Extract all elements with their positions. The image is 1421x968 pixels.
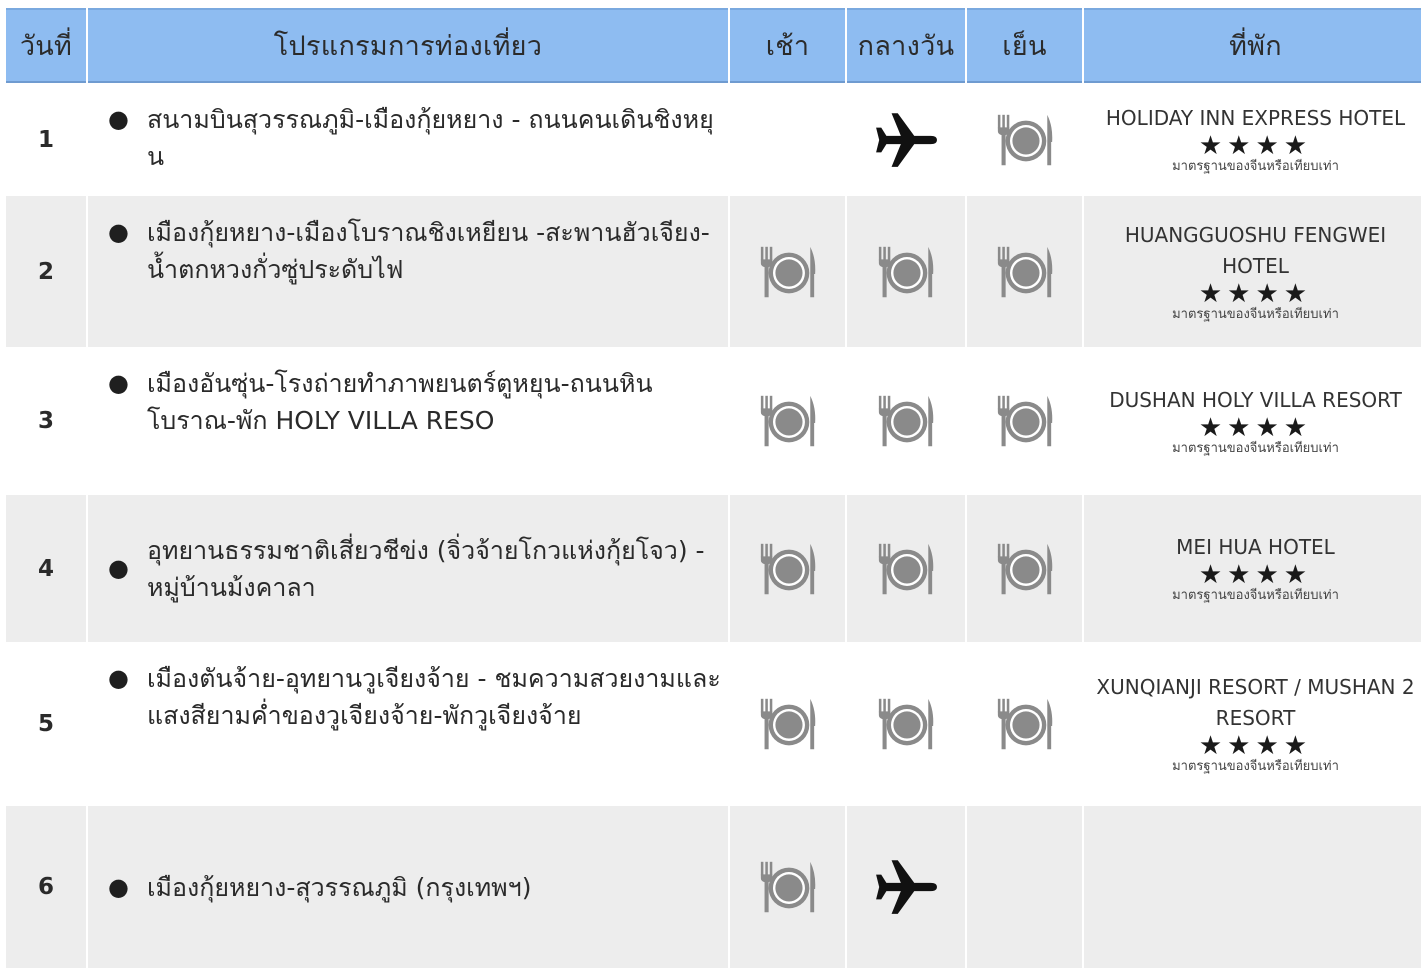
star-rating: ★★★★ [1198,731,1313,761]
meal-icon [875,390,937,452]
meal-icon [994,693,1056,755]
day-number: 5 [6,642,86,806]
hotel-cell: HOLIDAY INN EXPRESS HOTEL ★★★★ มาตรฐานขอ… [1084,83,1421,196]
lunch-cell [847,347,965,495]
program-text: สนามบินสุวรรณภูมิ-เมืองกุ้ยหยาง - ถนนคนเ… [146,105,714,171]
dinner-cell [967,347,1082,495]
bullet-icon: ● [108,872,129,901]
hotel-cell: MEI HUA HOTEL ★★★★ มาตรฐานของจีนหรือเทีย… [1084,495,1421,642]
meal-icon [875,241,937,303]
star-rating: ★★★★ [1198,131,1313,161]
meal-icon [757,693,819,755]
header-hotel: ที่พัก [1084,8,1421,83]
hotel-standard: มาตรฐานของจีนหรือเทียบเท่า [1172,440,1339,456]
hotel-standard: มาตรฐานของจีนหรือเทียบเท่า [1172,759,1339,774]
program-text: อุทยานธรรมชาติเสี่ยวชีข่ง (จิ่วจ้ายโกวแห… [146,535,705,602]
lunch-cell [847,642,965,806]
day-number: 1 [6,83,86,196]
day-number: 2 [6,196,86,347]
hotel-name: HUANGGUOSHU FENGWEI HOTEL [1124,222,1387,278]
hotel-cell: DUSHAN HOLY VILLA RESORT ★★★★ มาตรฐานของ… [1084,347,1421,495]
hotel-standard: มาตรฐานของจีนหรือเทียบเท่า [1172,588,1339,603]
meal-icon [757,390,819,452]
program-cell: ● สนามบินสุวรรณภูมิ-เมืองกุ้ยหยาง - ถนนค… [88,83,728,196]
itinerary-table: วันที่ โปรแกรมการท่องเที่ยว เช้า กลางวัน… [6,8,1421,968]
header-program: โปรแกรมการท่องเที่ยว [88,8,728,83]
program-cell: ● เมืองกุ้ยหยาง-สุวรรณภูมิ (กรุงเทพฯ) [88,806,728,968]
meal-icon [994,538,1056,600]
plane-icon [873,854,939,920]
breakfast-cell [730,495,845,642]
breakfast-cell [730,806,845,968]
program-cell: ● เมืองอันซุ่น-โรงถ่ายทำภาพยนตร์ตูหยุน-ถ… [88,347,728,495]
star-rating: ★★★★ [1198,412,1313,443]
program-text: เมืองกุ้ยหยาง-เมืองโบราณชิงเหยียน -สะพาน… [146,218,710,284]
header-day: วันที่ [6,8,86,83]
program-text: เมืองตันจ้าย-อุทยานวูเจียงจ้าย - ชมความส… [146,664,721,730]
header-dinner: เย็น [967,8,1082,83]
header-breakfast: เช้า [730,8,845,83]
header-lunch: กลางวัน [847,8,965,83]
bullet-icon: ● [108,664,129,692]
meal-icon [875,538,937,600]
hotel-name: HOLIDAY INN EXPRESS HOTEL [1105,106,1406,130]
breakfast-cell [730,347,845,495]
meal-icon [994,241,1056,303]
hotel-standard: มาตรฐานของจีนหรือเทียบเท่า [1172,159,1339,174]
bullet-icon: ● [108,218,129,246]
program-cell: ● อุทยานธรรมชาติเสี่ยวชีข่ง (จิ่วจ้ายโกว… [88,495,728,642]
breakfast-cell [730,196,845,347]
day-number: 6 [6,806,86,968]
meal-icon [875,693,937,755]
meal-icon [757,241,819,303]
dinner-cell [967,495,1082,642]
star-rating: ★★★★ [1198,278,1313,309]
hotel-standard: มาตรฐานของจีนหรือเทียบเท่า [1172,306,1339,322]
hotel-name: DUSHAN HOLY VILLA RESORT [1109,387,1402,412]
meal-icon [757,538,819,600]
dinner-cell [967,806,1082,968]
lunch-cell [847,83,965,196]
bullet-icon: ● [108,554,129,582]
hotel-cell: XUNQIANJI RESORT / MUSHAN 2 RESORT ★★★★ … [1084,642,1421,806]
dinner-cell [967,196,1082,347]
lunch-cell [847,495,965,642]
program-cell: ● เมืองกุ้ยหยาง-เมืองโบราณชิงเหยียน -สะพ… [88,196,728,347]
bullet-icon: ● [108,369,129,397]
program-text: เมืองกุ้ยหยาง-สุวรรณภูมิ (กรุงเทพฯ) [146,872,532,902]
day-number: 3 [6,347,86,495]
program-text: เมืองอันซุ่น-โรงถ่ายทำภาพยนตร์ตูหยุน-ถนน… [146,369,653,435]
day-number: 4 [6,495,86,642]
hotel-name: MEI HUA HOTEL [1176,535,1335,559]
program-cell: ● เมืองตันจ้าย-อุทยานวูเจียงจ้าย - ชมควา… [88,642,728,806]
hotel-cell [1084,806,1421,968]
meal-icon [757,856,819,918]
lunch-cell [847,196,965,347]
breakfast-cell [730,83,845,196]
meal-icon [994,109,1056,171]
meal-icon [994,390,1056,452]
plane-icon [873,107,939,173]
dinner-cell [967,642,1082,806]
lunch-cell [847,806,965,968]
dinner-cell [967,83,1082,196]
star-rating: ★★★★ [1198,560,1313,590]
hotel-cell: HUANGGUOSHU FENGWEI HOTEL ★★★★ มาตรฐานขอ… [1084,196,1421,347]
bullet-icon: ● [108,105,129,133]
hotel-name: XUNQIANJI RESORT / MUSHAN 2 RESORT [1096,675,1415,730]
breakfast-cell [730,642,845,806]
